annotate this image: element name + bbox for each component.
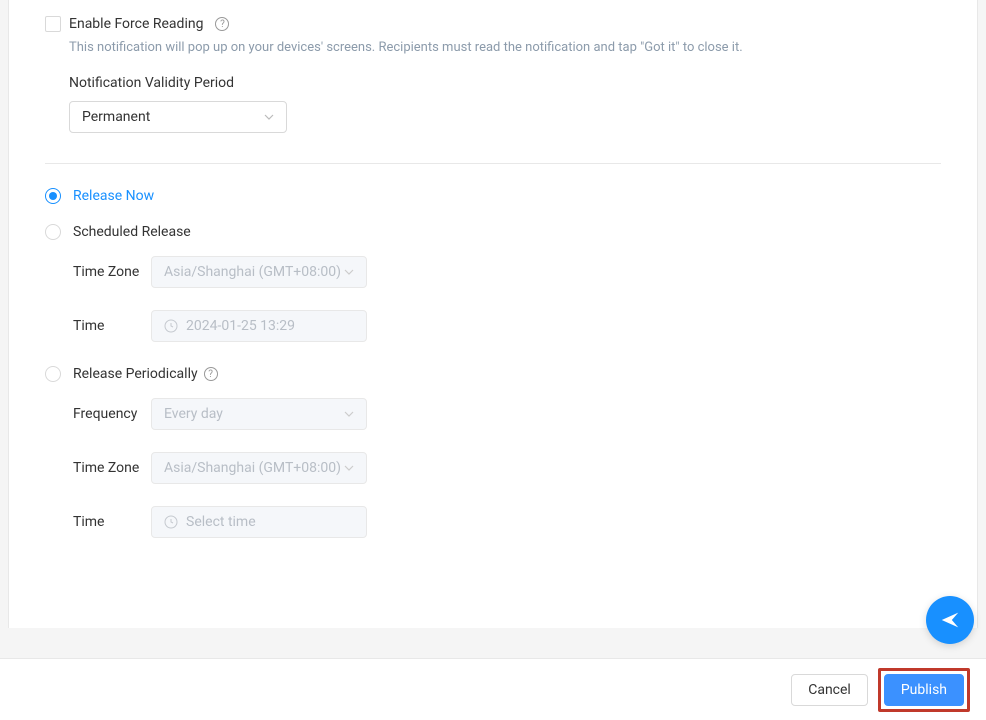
validity-select[interactable]: Permanent — [69, 101, 287, 133]
periodic-time-label: Time — [73, 514, 151, 530]
chevron-down-icon — [344, 269, 354, 275]
cancel-label: Cancel — [808, 682, 851, 698]
periodic-frequency-value: Every day — [164, 406, 223, 422]
periodic-time-row: Time Select time — [73, 506, 941, 538]
cancel-button[interactable]: Cancel — [791, 674, 868, 706]
scheduled-release-label: Scheduled Release — [73, 224, 191, 240]
force-reading-checkbox[interactable] — [45, 16, 61, 32]
release-now-label: Release Now — [73, 188, 154, 204]
chevron-down-icon — [344, 465, 354, 471]
periodic-release-radio[interactable] — [45, 366, 61, 382]
periodic-timezone-label: Time Zone — [73, 460, 151, 476]
help-icon[interactable]: ? — [204, 367, 218, 381]
scheduled-time-value: 2024-01-25 13:29 — [186, 318, 295, 334]
release-now-row: Release Now — [45, 188, 941, 204]
force-reading-label: Enable Force Reading — [69, 16, 203, 32]
periodic-frequency-select: Every day — [151, 398, 367, 430]
chevron-down-icon — [344, 411, 354, 417]
scheduled-timezone-row: Time Zone Asia/Shanghai (GMT+08:00) — [73, 256, 941, 288]
help-icon[interactable]: ? — [215, 17, 229, 31]
divider — [45, 163, 941, 164]
periodic-release-label: Release Periodically — [73, 366, 198, 382]
periodic-timezone-row: Time Zone Asia/Shanghai (GMT+08:00) — [73, 452, 941, 484]
scheduled-fields: Time Zone Asia/Shanghai (GMT+08:00) Time… — [73, 256, 941, 342]
feedback-fab[interactable] — [926, 596, 974, 644]
scheduled-time-label: Time — [73, 318, 151, 334]
release-now-radio[interactable] — [45, 188, 61, 204]
scheduled-release-row: Scheduled Release — [45, 224, 941, 240]
periodic-time-placeholder: Select time — [186, 514, 256, 530]
periodic-frequency-label: Frequency — [73, 406, 151, 422]
settings-panel: Enable Force Reading ? This notification… — [8, 0, 978, 628]
scheduled-timezone-value: Asia/Shanghai (GMT+08:00) — [164, 264, 341, 280]
footer-bar: Cancel Publish — [0, 658, 986, 720]
clock-icon — [164, 515, 178, 529]
publish-label: Publish — [901, 682, 947, 698]
scheduled-release-radio[interactable] — [45, 224, 61, 240]
paper-plane-icon — [939, 609, 961, 631]
force-reading-row: Enable Force Reading ? — [45, 16, 941, 32]
periodic-fields: Frequency Every day Time Zone Asia/Shang… — [73, 398, 941, 538]
scheduled-timezone-select: Asia/Shanghai (GMT+08:00) — [151, 256, 367, 288]
chevron-down-icon — [264, 114, 274, 120]
scheduled-timezone-label: Time Zone — [73, 264, 151, 280]
periodic-timezone-select: Asia/Shanghai (GMT+08:00) — [151, 452, 367, 484]
force-reading-description: This notification will pop up on your de… — [69, 40, 941, 55]
periodic-release-row: Release Periodically ? — [45, 366, 941, 382]
validity-label: Notification Validity Period — [69, 75, 941, 91]
publish-highlight: Publish — [878, 668, 970, 712]
scheduled-time-row: Time 2024-01-25 13:29 — [73, 310, 941, 342]
periodic-time-input: Select time — [151, 506, 367, 538]
scheduled-time-input: 2024-01-25 13:29 — [151, 310, 367, 342]
publish-button[interactable]: Publish — [884, 674, 964, 706]
periodic-frequency-row: Frequency Every day — [73, 398, 941, 430]
periodic-timezone-value: Asia/Shanghai (GMT+08:00) — [164, 460, 341, 476]
validity-value: Permanent — [82, 109, 150, 125]
clock-icon — [164, 319, 178, 333]
